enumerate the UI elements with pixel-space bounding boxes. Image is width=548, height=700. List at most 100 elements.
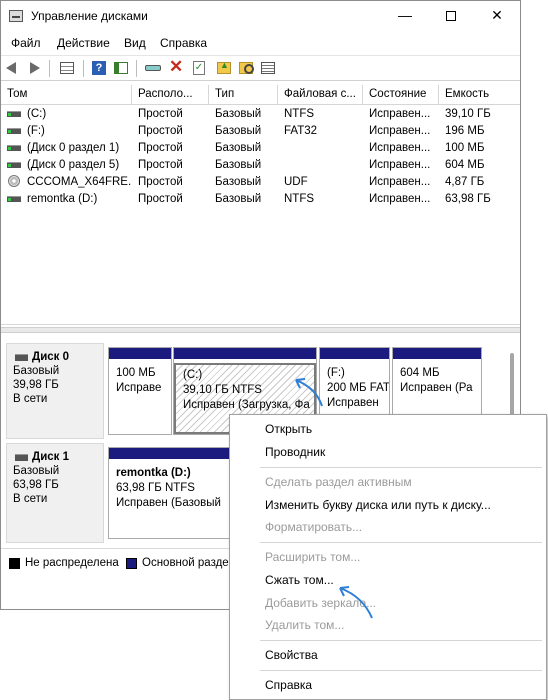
volume-name: (F:): [27, 125, 45, 137]
drive-icon: [7, 162, 21, 168]
minimize-button[interactable]: —: [382, 1, 428, 32]
menu-item-change-letter[interactable]: Изменить букву диска или путь к диску...: [265, 498, 491, 512]
partition-bar: [393, 348, 481, 359]
table-row[interactable]: remontka (D:) Простой Базовый NTFS Испра…: [1, 191, 520, 208]
table-row[interactable]: (Диск 0 раздел 1) Простой Базовый Исправ…: [1, 140, 520, 157]
disk-management-app-icon: [9, 10, 23, 22]
menu-separator: [260, 542, 542, 543]
list-view-button[interactable]: [259, 59, 277, 77]
partition-status: Исправе: [116, 382, 162, 394]
explore-button[interactable]: [237, 59, 255, 77]
maximize-button[interactable]: [428, 1, 474, 32]
table-row[interactable]: (Диск 0 раздел 5) Простой Базовый Исправ…: [1, 157, 520, 174]
partition-status: Исправен (Ра: [400, 382, 473, 394]
disk-0-size: 39,98 ГБ: [13, 379, 59, 391]
partition-disk0-1[interactable]: 100 МБ Исправе: [108, 347, 172, 435]
console-tree-button[interactable]: [112, 59, 130, 77]
column-header-type[interactable]: Тип: [209, 85, 278, 105]
volume-filesystem: [278, 157, 363, 174]
column-header-status[interactable]: Состояние: [363, 85, 439, 105]
menu-separator: [260, 640, 542, 641]
disk-1-size: 63,98 ГБ: [13, 479, 59, 491]
back-button[interactable]: [5, 59, 23, 77]
menu-action[interactable]: Действие: [57, 36, 110, 50]
delete-button[interactable]: ✕: [167, 57, 185, 77]
column-header-capacity[interactable]: Емкость: [439, 85, 520, 105]
column-header-volume[interactable]: Том: [1, 85, 132, 105]
volume-list: Том Располо... Тип Файловая с... Состоян…: [1, 85, 520, 325]
partition-status: Исправен (Загрузка, Фа: [183, 399, 310, 411]
volume-name: CCCOMA_X64FRE...: [27, 176, 132, 188]
volume-layout: Простой: [138, 193, 183, 205]
drive-icon: [7, 128, 21, 134]
volume-status: Исправен...: [369, 193, 431, 205]
volume-layout: Простой: [138, 108, 183, 120]
volume-list-icon: [60, 62, 74, 74]
properties-icon: ✓: [193, 61, 205, 75]
volume-filesystem: [278, 140, 363, 157]
column-header-filesystem[interactable]: Файловая с...: [278, 85, 363, 105]
volume-capacity: 196 МБ: [445, 125, 485, 137]
console-tree-icon: [114, 62, 128, 74]
menu-item-add-mirror[interactable]: Добавить зеркало...: [265, 596, 376, 610]
disk-0-type: Базовый: [13, 365, 60, 377]
menu-item-help[interactable]: Справка: [265, 678, 312, 692]
cd-icon: [8, 175, 20, 187]
legend-primary: Основной разде: [142, 557, 229, 569]
volume-capacity: 604 МБ: [445, 159, 485, 171]
table-row[interactable]: (C:) Простой Базовый NTFS Исправен... 39…: [1, 106, 520, 123]
menu-item-open[interactable]: Открыть: [265, 422, 312, 436]
menu-item-shrink-volume[interactable]: Сжать том...: [265, 573, 334, 587]
menu-item-mark-active[interactable]: Сделать раздел активным: [265, 475, 412, 489]
partition-size: 100 МБ: [116, 367, 156, 379]
disk-0-label[interactable]: Диск 0 Базовый 39,98 ГБ В сети: [6, 343, 104, 439]
properties-button[interactable]: ✓: [190, 59, 208, 77]
delete-icon: ✕: [169, 57, 184, 76]
partition-title: (F:): [327, 367, 345, 379]
list-view-icon: [261, 62, 275, 74]
disk-0-name: Диск 0: [13, 350, 103, 364]
volume-capacity: 39,10 ГБ: [445, 108, 491, 120]
connect-drive-button[interactable]: [144, 59, 162, 77]
menu-item-explorer[interactable]: Проводник: [265, 445, 325, 459]
table-row[interactable]: CCCOMA_X64FRE... Простой Базовый UDF Исп…: [1, 174, 520, 191]
partition-size: 200 МБ FAT: [327, 382, 390, 394]
help-button[interactable]: ?: [90, 59, 108, 77]
back-icon: [6, 62, 16, 74]
volume-status: Исправен...: [369, 159, 431, 171]
volume-status: Исправен...: [369, 176, 431, 188]
volume-status: Исправен...: [369, 125, 431, 137]
drive-icon: [7, 145, 21, 151]
drive-icon: [7, 196, 21, 202]
partition-size: 604 МБ: [400, 367, 440, 379]
toolbar-separator: [83, 60, 84, 77]
volume-type: Базовый: [215, 176, 262, 188]
pane-splitter[interactable]: [1, 327, 520, 333]
menu-item-properties[interactable]: Свойства: [265, 648, 318, 662]
volume-type: Базовый: [215, 125, 262, 137]
volume-capacity: 63,98 ГБ: [445, 193, 491, 205]
partition-bar: [174, 348, 316, 359]
forward-icon: [30, 62, 40, 74]
menu-file[interactable]: Файл: [11, 36, 41, 50]
legend-unallocated: Не распределена: [25, 557, 119, 569]
disk-1-label[interactable]: Диск 1 Базовый 63,98 ГБ В сети: [6, 443, 104, 543]
disk-1-state: В сети: [13, 493, 48, 505]
volume-filesystem: NTFS: [284, 193, 315, 205]
menu-item-format[interactable]: Форматировать...: [265, 520, 362, 534]
volume-type: Базовый: [215, 159, 262, 171]
volume-name: remontka (D:): [27, 193, 98, 205]
close-button[interactable]: ✕: [474, 1, 520, 32]
volume-list-button[interactable]: [58, 59, 76, 77]
column-header-layout[interactable]: Располо...: [132, 85, 209, 105]
table-row[interactable]: (F:) Простой Базовый FAT32 Исправен... 1…: [1, 123, 520, 140]
volume-filesystem: NTFS: [284, 108, 315, 120]
open-button[interactable]: [215, 59, 233, 77]
forward-button[interactable]: [25, 59, 43, 77]
menu-item-delete-volume[interactable]: Удалить том...: [265, 618, 344, 632]
menu-help[interactable]: Справка: [160, 36, 207, 50]
menu-item-extend-volume[interactable]: Расширить том...: [265, 550, 360, 564]
volume-type: Базовый: [215, 108, 262, 120]
disk-0-state: В сети: [13, 393, 48, 405]
menu-view[interactable]: Вид: [124, 36, 146, 50]
